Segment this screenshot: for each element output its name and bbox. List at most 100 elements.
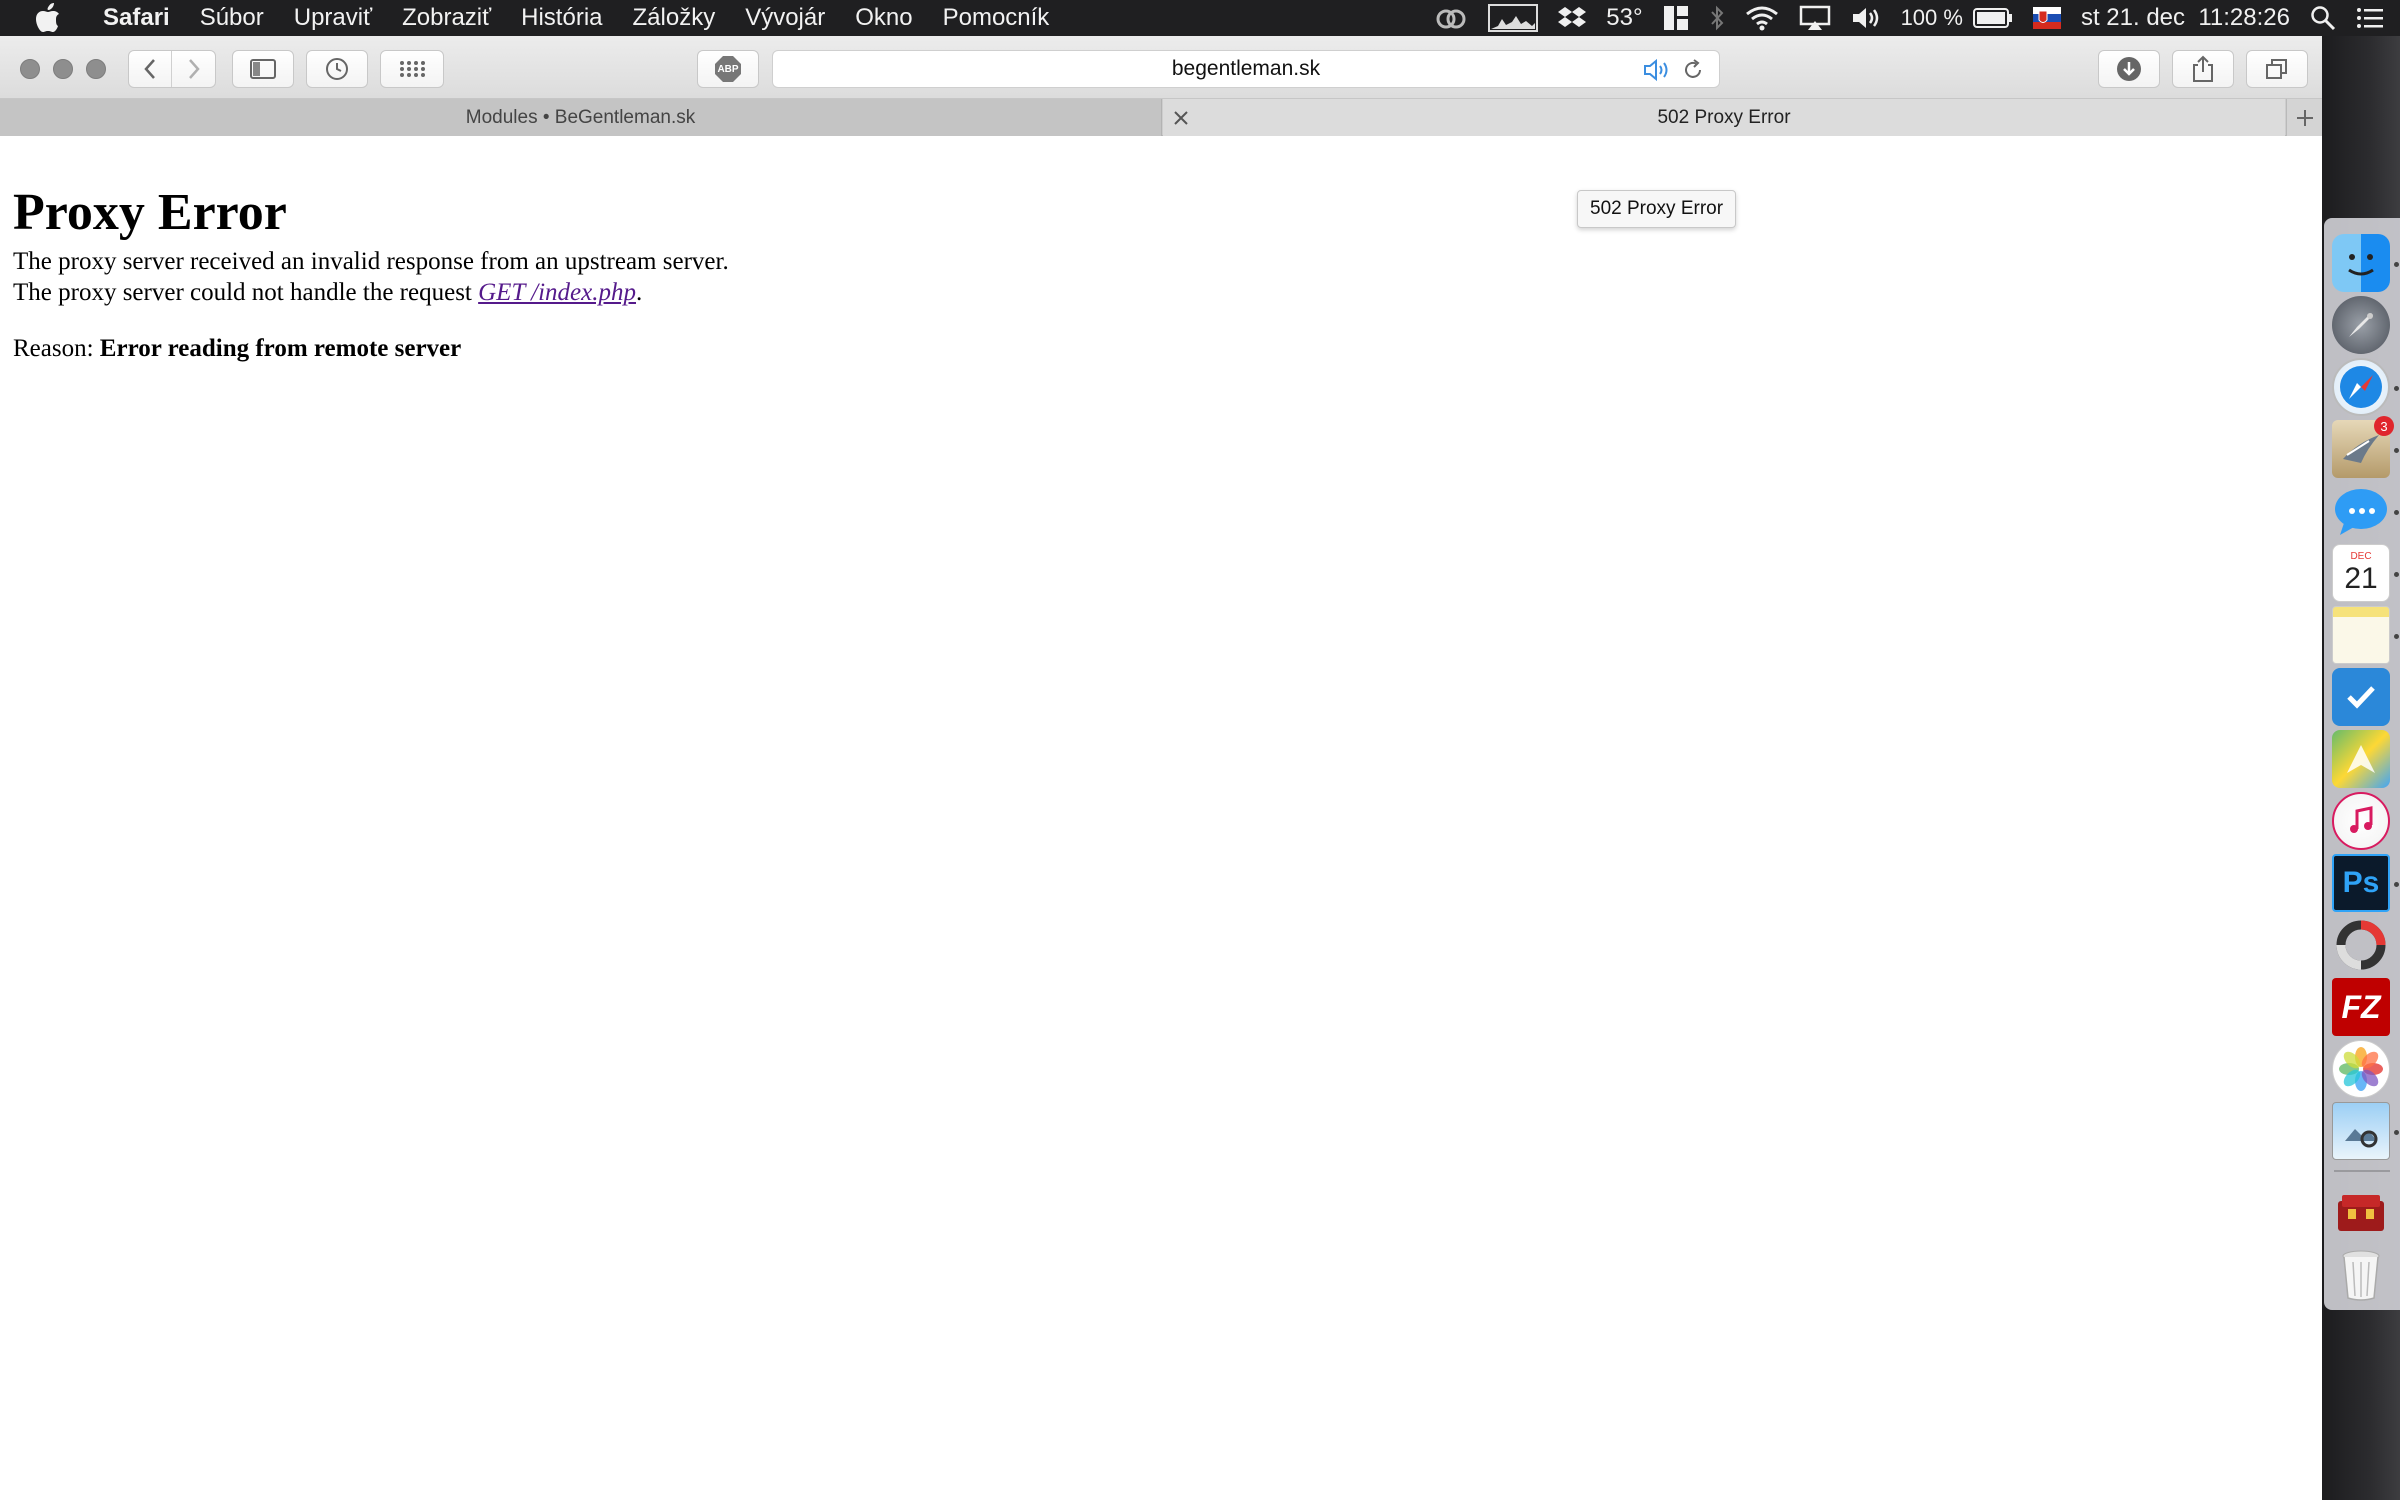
finder-icon[interactable] xyxy=(2332,234,2390,292)
bluetooth-icon[interactable] xyxy=(1709,0,1725,36)
top-sites-button[interactable] xyxy=(380,50,444,88)
address-bar[interactable]: begentleman.sk xyxy=(772,50,1720,88)
clock-icon xyxy=(326,58,348,80)
menu-edit[interactable]: Upraviť xyxy=(279,4,387,32)
creative-cloud-icon[interactable] xyxy=(1434,0,1468,36)
adblock-button[interactable]: ABP xyxy=(697,50,759,88)
filezilla-icon[interactable]: FZ xyxy=(2332,978,2390,1036)
menu-bookmarks[interactable]: Záložky xyxy=(618,4,731,32)
running-indicator xyxy=(2394,572,2399,577)
tab-bar: Modules • BeGentleman.sk 502 Proxy Error xyxy=(0,99,2322,136)
sidebar-button[interactable] xyxy=(232,50,294,88)
tab-title: Modules • BeGentleman.sk xyxy=(465,106,696,128)
menu-window[interactable]: Okno xyxy=(840,4,927,32)
filezilla-label: FZ xyxy=(2341,988,2381,1025)
notes-icon[interactable] xyxy=(2332,606,2390,664)
navigation-buttons xyxy=(128,50,216,88)
mail-icon[interactable]: 3 xyxy=(2332,416,2394,478)
error-message: The proxy server received an invalid res… xyxy=(13,248,729,275)
mail-badge: 3 xyxy=(2374,416,2394,436)
menu-history[interactable]: História xyxy=(506,4,617,32)
sidebar-icon xyxy=(250,59,276,79)
request-prefix: The proxy server could not handle the re… xyxy=(13,279,479,306)
volume-icon[interactable] xyxy=(1851,0,1881,36)
spotlight-search-icon[interactable] xyxy=(2310,0,2336,36)
menu-develop[interactable]: Vývojár xyxy=(730,4,840,32)
plus-icon xyxy=(2296,109,2313,126)
tab-title: 502 Proxy Error xyxy=(1657,106,1791,128)
maps-icon[interactable] xyxy=(2332,730,2390,788)
battery-icon[interactable] xyxy=(1972,0,2013,36)
photos-icon[interactable] xyxy=(2332,1040,2390,1098)
itunes-icon[interactable] xyxy=(2332,792,2390,850)
battery-percent-text[interactable]: 100 % xyxy=(1901,0,1963,36)
tab-proxy-error[interactable]: 502 Proxy Error xyxy=(1163,99,2285,136)
audio-playing-icon[interactable] xyxy=(1643,58,1671,88)
reason-message: Reason: Error reading from remote server xyxy=(13,335,461,363)
running-indicator xyxy=(2394,262,2399,267)
forward-button[interactable] xyxy=(172,51,215,87)
clock-text[interactable]: st 21. dec 11:28:26 xyxy=(2081,0,2290,36)
browser-window: ABP begentleman.sk Modules • BeGentleman… xyxy=(0,36,2322,1500)
photoshop-icon[interactable]: Ps xyxy=(2332,854,2390,912)
airplay-icon[interactable] xyxy=(1799,0,1831,36)
running-indicator xyxy=(2394,510,2399,515)
share-icon xyxy=(2193,55,2213,82)
show-all-tabs-button[interactable] xyxy=(2246,50,2308,88)
activity-graph-icon[interactable] xyxy=(1488,0,1539,36)
minimize-window-button[interactable] xyxy=(53,59,73,79)
close-window-button[interactable] xyxy=(20,59,40,79)
downloads-button[interactable] xyxy=(2098,50,2160,88)
wunderlist-icon[interactable] xyxy=(2332,668,2390,726)
address-text: begentleman.sk xyxy=(1171,57,1321,80)
menu-bar: Safari Súbor Upraviť Zobraziť História Z… xyxy=(0,0,2400,36)
chevron-left-icon xyxy=(144,59,155,79)
tab-modules[interactable]: Modules • BeGentleman.sk xyxy=(0,99,1162,136)
safari-icon[interactable] xyxy=(2332,358,2390,416)
wifi-icon[interactable] xyxy=(1745,0,1779,36)
messages-icon[interactable] xyxy=(2332,482,2390,540)
chevron-right-icon xyxy=(188,59,200,79)
downloads-stack-icon[interactable] xyxy=(2332,1184,2390,1242)
history-button[interactable] xyxy=(306,50,368,88)
preview-icon[interactable] xyxy=(2332,1102,2390,1160)
menu-app-safari[interactable]: Safari xyxy=(88,4,185,32)
reason-label: Reason: xyxy=(13,335,100,362)
dock-separator xyxy=(2334,1170,2390,1172)
dropbox-icon[interactable] xyxy=(1558,0,1587,36)
input-source-flag-icon[interactable] xyxy=(2032,0,2061,36)
window-manager-icon[interactable] xyxy=(1663,0,1689,36)
calendar-icon[interactable]: DEC 21 xyxy=(2332,544,2390,602)
adblock-label: ABP xyxy=(717,63,739,75)
request-link[interactable]: GET /index.php xyxy=(478,279,636,306)
running-indicator xyxy=(2394,882,2399,887)
running-indicator xyxy=(2394,386,2399,391)
zoom-window-button[interactable] xyxy=(86,59,106,79)
dock: 3 DEC 21 Ps FZ xyxy=(2324,218,2400,1310)
close-tab-icon[interactable] xyxy=(1170,107,1192,129)
activity-icon[interactable] xyxy=(2332,916,2390,974)
menu-file[interactable]: Súbor xyxy=(185,4,279,32)
status-area: 53° 100 % st 21. dec 11:28:26 xyxy=(1424,0,2400,36)
temperature-text[interactable]: 53° xyxy=(1606,0,1642,36)
tab-tooltip: 502 Proxy Error xyxy=(1577,190,1737,228)
grid-icon xyxy=(400,61,425,77)
calendar-day: 21 xyxy=(2344,562,2378,595)
page-content: Proxy Error The proxy server received an… xyxy=(0,137,2322,1500)
browser-toolbar: ABP begentleman.sk xyxy=(0,36,2322,99)
back-button[interactable] xyxy=(129,51,173,87)
notification-center-icon[interactable] xyxy=(2356,0,2384,36)
download-icon xyxy=(2117,57,2141,81)
running-indicator xyxy=(2394,634,2399,639)
reload-icon[interactable] xyxy=(1681,58,1705,88)
share-button[interactable] xyxy=(2172,50,2234,88)
menu-view[interactable]: Zobraziť xyxy=(387,4,506,32)
running-indicator xyxy=(2394,448,2399,453)
reason-value: Error reading from remote server xyxy=(99,335,462,362)
request-suffix: . xyxy=(636,279,643,306)
launchpad-icon[interactable] xyxy=(2332,296,2390,354)
apple-icon[interactable] xyxy=(30,3,66,33)
new-tab-button[interactable] xyxy=(2286,99,2322,136)
trash-icon[interactable] xyxy=(2332,1246,2390,1304)
menu-help[interactable]: Pomocník xyxy=(928,4,1065,32)
